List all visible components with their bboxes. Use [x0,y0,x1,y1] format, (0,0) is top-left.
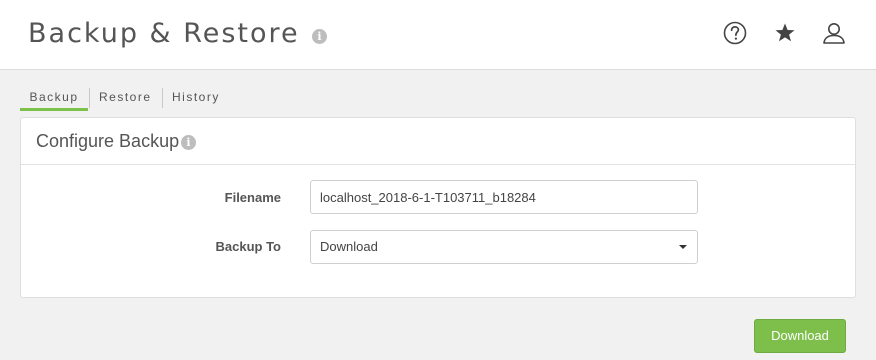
tab-backup[interactable]: Backup [20,86,88,108]
page-header: Backup & Restore i [0,0,876,70]
filename-label: Filename [224,190,281,205]
tab-divider [89,88,90,108]
help-icon[interactable] [722,20,748,46]
tab-divider [162,88,163,108]
page-title: Backup & Restore [28,18,300,49]
panel-header: Configure Backup i [21,118,855,165]
download-button[interactable]: Download [754,319,846,353]
backup-to-value: Download [320,239,378,254]
info-icon[interactable]: i [181,135,196,150]
configure-backup-panel: Configure Backup i Filename Backup To Do… [20,117,856,298]
tab-restore[interactable]: Restore [99,86,152,108]
caret-down-icon [679,245,687,249]
tab-history[interactable]: History [172,86,220,108]
backup-to-label: Backup To [215,239,282,254]
star-icon[interactable] [772,20,798,46]
active-tab-indicator [20,108,88,111]
filename-input[interactable] [310,180,698,214]
user-icon[interactable] [821,20,847,46]
backup-to-select[interactable]: Download [310,230,698,264]
info-icon[interactable]: i [312,29,327,44]
panel-title: Configure Backup [36,131,180,151]
